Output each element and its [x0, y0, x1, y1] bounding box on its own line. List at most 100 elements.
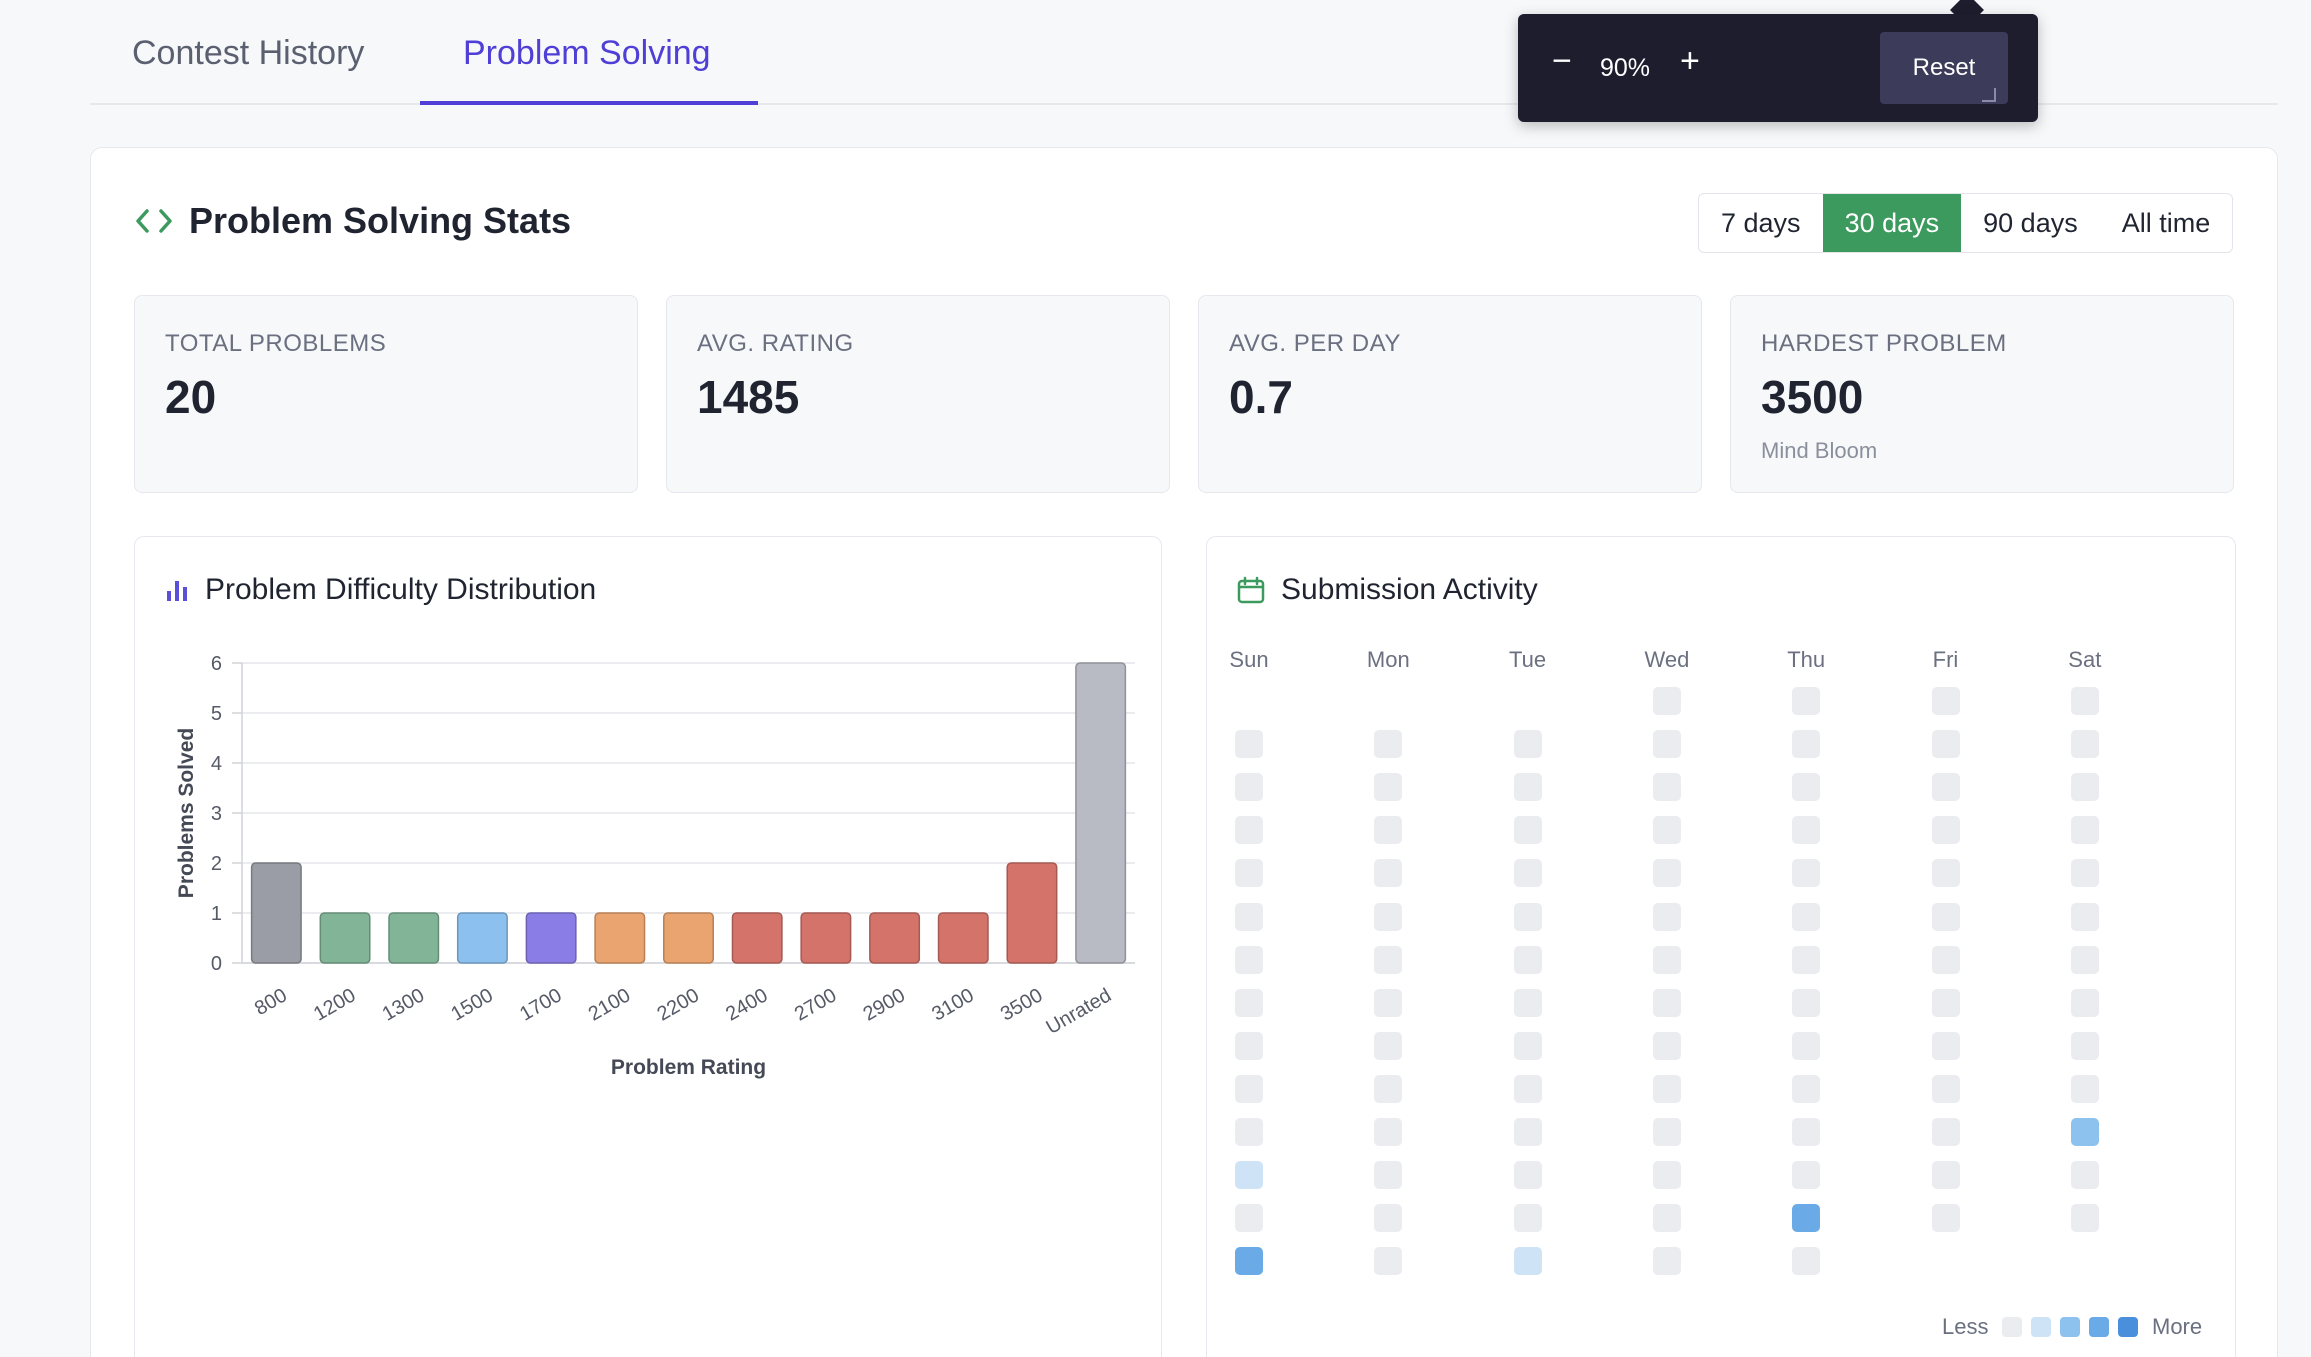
- activity-cell[interactable]: [2070, 902, 2099, 931]
- activity-cell[interactable]: [1235, 1074, 1263, 1103]
- activity-cell[interactable]: [1652, 859, 1681, 888]
- activity-cell[interactable]: [1792, 687, 1821, 715]
- activity-cell[interactable]: [1374, 988, 1403, 1017]
- activity-cell[interactable]: [1374, 730, 1403, 759]
- activity-cell[interactable]: [2070, 945, 2099, 974]
- activity-cell[interactable]: [1931, 687, 1960, 715]
- activity-cell[interactable]: [1374, 773, 1403, 802]
- activity-cell[interactable]: [1931, 816, 1960, 845]
- activity-cell[interactable]: [1235, 988, 1263, 1017]
- activity-cell[interactable]: [1235, 730, 1263, 759]
- activity-cell[interactable]: [1652, 773, 1681, 802]
- activity-cell[interactable]: [1652, 1074, 1681, 1103]
- activity-cell[interactable]: [1652, 687, 1681, 715]
- activity-cell[interactable]: [1235, 1161, 1263, 1190]
- activity-cell[interactable]: [1931, 945, 1960, 974]
- activity-cell[interactable]: [2070, 1074, 2099, 1103]
- activity-cell[interactable]: [1513, 988, 1542, 1017]
- activity-cell[interactable]: [1931, 1074, 1960, 1103]
- activity-cell[interactable]: [1931, 1118, 1960, 1146]
- activity-cell[interactable]: [1374, 902, 1403, 931]
- tab-problem-solving[interactable]: Problem Solving: [463, 34, 711, 73]
- activity-cell[interactable]: [1792, 945, 1821, 974]
- activity-cell[interactable]: [1652, 730, 1681, 759]
- tab-contest-history[interactable]: Contest History: [132, 34, 364, 73]
- activity-cell[interactable]: [1792, 859, 1821, 888]
- activity-cell[interactable]: [2070, 816, 2099, 845]
- activity-cell[interactable]: [1792, 902, 1821, 931]
- activity-cell[interactable]: [1792, 816, 1821, 845]
- activity-cell[interactable]: [1931, 1031, 1960, 1060]
- hardest-problem-name[interactable]: Mind Bloom: [1761, 438, 2203, 464]
- activity-cell[interactable]: [1931, 902, 1960, 931]
- activity-cell[interactable]: [1652, 1118, 1681, 1146]
- activity-cell[interactable]: [2070, 1031, 2099, 1060]
- activity-cell[interactable]: [1931, 1204, 1960, 1233]
- activity-cell[interactable]: [2070, 988, 2099, 1017]
- activity-cell[interactable]: [1513, 1031, 1542, 1060]
- activity-cell[interactable]: [1374, 945, 1403, 974]
- activity-cell[interactable]: [2070, 1161, 2099, 1190]
- activity-cell[interactable]: [1931, 1161, 1960, 1190]
- range-all-time[interactable]: All time: [2100, 194, 2233, 252]
- activity-cell[interactable]: [1513, 859, 1542, 888]
- activity-cell[interactable]: [1374, 1247, 1403, 1276]
- activity-cell[interactable]: [1235, 902, 1263, 931]
- activity-cell[interactable]: [1652, 1204, 1681, 1233]
- activity-cell[interactable]: [1235, 1247, 1263, 1276]
- activity-cell[interactable]: [1792, 1161, 1821, 1190]
- activity-cell[interactable]: [1374, 1161, 1403, 1190]
- activity-cell[interactable]: [1931, 730, 1960, 759]
- activity-cell[interactable]: [1792, 1074, 1821, 1103]
- range-7-days[interactable]: 7 days: [1699, 194, 1823, 252]
- activity-cell[interactable]: [2070, 687, 2099, 715]
- activity-cell[interactable]: [1513, 1247, 1542, 1276]
- activity-cell[interactable]: [1792, 988, 1821, 1017]
- range-90-days[interactable]: 90 days: [1961, 194, 2100, 252]
- activity-cell[interactable]: [1235, 945, 1263, 974]
- activity-cell[interactable]: [1235, 773, 1263, 802]
- activity-cell[interactable]: [1374, 816, 1403, 845]
- activity-cell[interactable]: [1513, 1161, 1542, 1190]
- activity-cell[interactable]: [1792, 730, 1821, 759]
- activity-cell[interactable]: [1652, 988, 1681, 1017]
- activity-cell[interactable]: [1792, 1031, 1821, 1060]
- activity-cell[interactable]: [2070, 773, 2099, 802]
- activity-cell[interactable]: [1652, 945, 1681, 974]
- activity-cell[interactable]: [1652, 902, 1681, 931]
- activity-cell[interactable]: [1374, 1031, 1403, 1060]
- activity-cell[interactable]: [1235, 859, 1263, 888]
- activity-cell[interactable]: [1513, 945, 1542, 974]
- activity-cell[interactable]: [1652, 1031, 1681, 1060]
- activity-cell[interactable]: [1931, 773, 1960, 802]
- activity-cell[interactable]: [1374, 859, 1403, 888]
- activity-cell[interactable]: [1792, 773, 1821, 802]
- activity-cell[interactable]: [1931, 988, 1960, 1017]
- activity-cell[interactable]: [1374, 1118, 1403, 1146]
- activity-cell[interactable]: [2070, 1204, 2099, 1233]
- activity-cell[interactable]: [1792, 1118, 1821, 1146]
- range-30-days[interactable]: 30 days: [1822, 194, 1962, 252]
- zoom-in-button[interactable]: +: [1680, 44, 1700, 78]
- activity-cell[interactable]: [1513, 773, 1542, 802]
- activity-cell[interactable]: [1931, 859, 1960, 888]
- activity-cell[interactable]: [2070, 730, 2099, 759]
- activity-cell[interactable]: [1235, 1031, 1263, 1060]
- activity-cell[interactable]: [2070, 859, 2099, 888]
- activity-cell[interactable]: [1374, 1074, 1403, 1103]
- activity-cell[interactable]: [1513, 902, 1542, 931]
- activity-cell[interactable]: [1235, 1118, 1263, 1146]
- activity-cell[interactable]: [1235, 1204, 1263, 1233]
- activity-cell[interactable]: [1652, 1247, 1681, 1276]
- activity-cell[interactable]: [1513, 816, 1542, 845]
- activity-cell[interactable]: [1513, 1204, 1542, 1233]
- activity-cell[interactable]: [1652, 1161, 1681, 1190]
- activity-cell[interactable]: [1513, 730, 1542, 759]
- activity-cell[interactable]: [1792, 1204, 1821, 1233]
- activity-cell[interactable]: [1235, 816, 1263, 845]
- activity-cell[interactable]: [1374, 1204, 1403, 1233]
- activity-cell[interactable]: [1652, 816, 1681, 845]
- activity-cell[interactable]: [1513, 1118, 1542, 1146]
- activity-cell[interactable]: [2070, 1118, 2099, 1146]
- activity-cell[interactable]: [1792, 1247, 1821, 1276]
